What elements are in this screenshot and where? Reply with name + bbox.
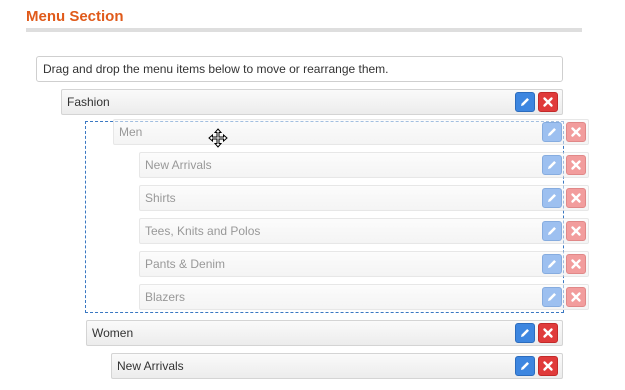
pencil-icon	[548, 293, 556, 301]
delete-button[interactable]	[566, 254, 586, 274]
close-icon	[543, 361, 553, 371]
close-icon	[543, 328, 553, 338]
edit-button[interactable]	[542, 188, 562, 208]
menu-item-men-child[interactable]: Tees, Knits and Polos	[139, 218, 589, 244]
delete-button[interactable]	[538, 323, 558, 343]
delete-button[interactable]	[566, 188, 586, 208]
delete-button[interactable]	[538, 356, 558, 376]
menu-item-label: Women	[92, 326, 134, 340]
delete-button[interactable]	[566, 155, 586, 175]
menu-item-label: Shirts	[145, 191, 176, 205]
pencil-icon	[548, 128, 556, 136]
close-icon	[571, 292, 581, 302]
help-text: Drag and drop the menu items below to mo…	[36, 56, 563, 82]
menu-item-men-child[interactable]: Blazers	[139, 284, 589, 310]
menu-item-men-child[interactable]: New Arrivals	[139, 152, 589, 178]
pencil-icon	[521, 362, 529, 370]
edit-button[interactable]	[515, 356, 535, 376]
edit-button[interactable]	[542, 155, 562, 175]
pencil-icon	[548, 227, 556, 235]
menu-item-women-child[interactable]: New Arrivals	[111, 353, 563, 379]
menu-item-label: Fashion	[67, 95, 110, 109]
section-title: Menu Section	[26, 8, 124, 25]
menu-item-label: New Arrivals	[117, 359, 184, 373]
pencil-icon	[548, 194, 556, 202]
edit-button[interactable]	[542, 122, 562, 142]
menu-item-women[interactable]: Women	[86, 320, 563, 346]
edit-button[interactable]	[515, 92, 535, 112]
pencil-icon	[548, 161, 556, 169]
pencil-icon	[521, 98, 529, 106]
title-divider	[26, 28, 582, 32]
close-icon	[571, 226, 581, 236]
menu-item-men[interactable]: Men	[113, 119, 589, 145]
menu-item-label: Pants & Denim	[145, 257, 226, 271]
close-icon	[571, 193, 581, 203]
menu-item-fashion[interactable]: Fashion	[61, 89, 563, 115]
delete-button[interactable]	[566, 287, 586, 307]
pencil-icon	[521, 329, 529, 337]
delete-button[interactable]	[538, 92, 558, 112]
edit-button[interactable]	[542, 254, 562, 274]
edit-button[interactable]	[515, 323, 535, 343]
menu-item-label: New Arrivals	[145, 158, 212, 172]
edit-button[interactable]	[542, 287, 562, 307]
menu-item-men-child[interactable]: Pants & Denim	[139, 251, 589, 277]
pencil-icon	[548, 260, 556, 268]
close-icon	[571, 127, 581, 137]
delete-button[interactable]	[566, 122, 586, 142]
close-icon	[543, 97, 553, 107]
close-icon	[571, 259, 581, 269]
edit-button[interactable]	[542, 221, 562, 241]
menu-item-label: Tees, Knits and Polos	[145, 224, 261, 238]
menu-item-men-child[interactable]: Shirts	[139, 185, 589, 211]
menu-item-label: Blazers	[145, 290, 186, 304]
menu-item-label: Men	[119, 125, 143, 139]
close-icon	[571, 160, 581, 170]
move-cursor-icon	[208, 128, 228, 148]
delete-button[interactable]	[566, 221, 586, 241]
